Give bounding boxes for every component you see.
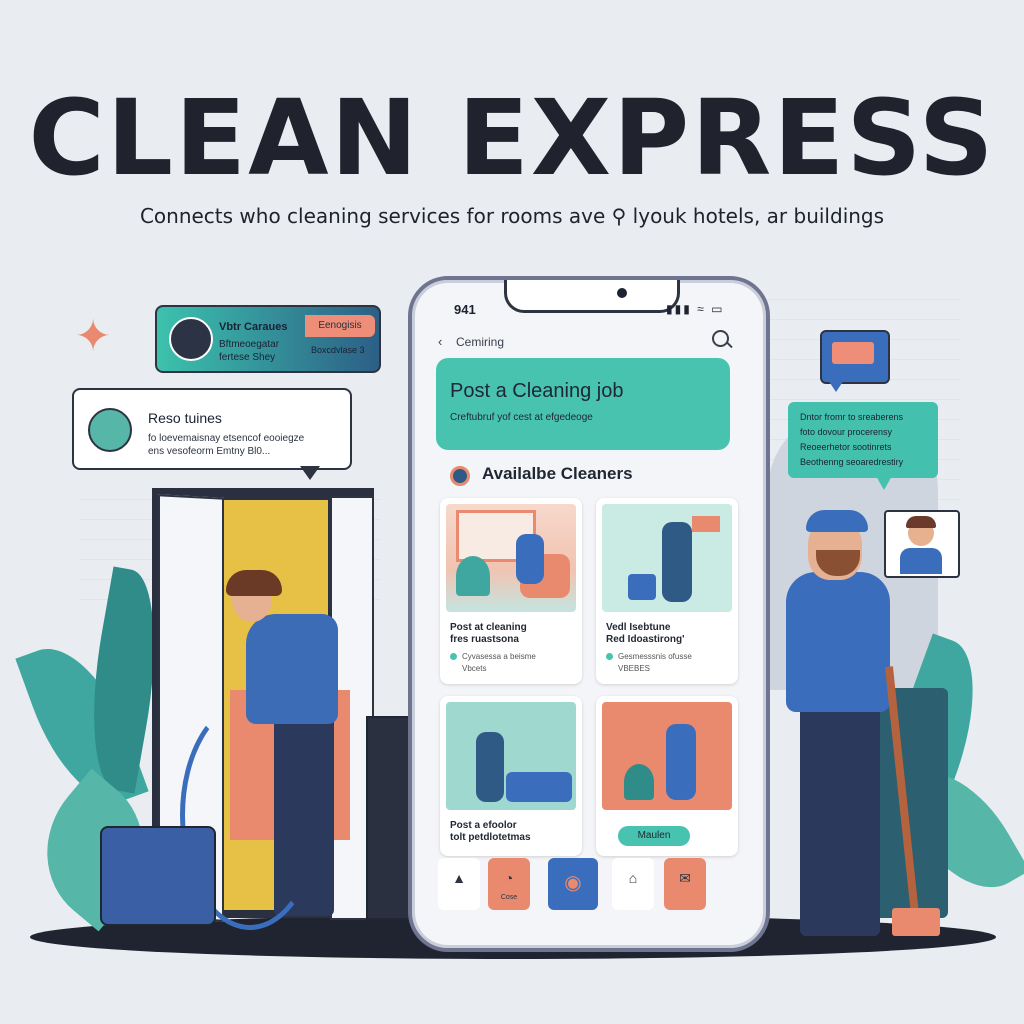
back-label[interactable]: Cemiring — [456, 335, 504, 349]
broom-head — [892, 908, 940, 936]
bubble-text: fertese Shey — [219, 352, 276, 363]
avatar — [169, 317, 213, 361]
bubble-name: Vbtr Caraues — [219, 321, 288, 333]
nav-item-messages[interactable]: ✉ — [664, 858, 706, 910]
nav-item-center[interactable]: ◉ — [548, 858, 598, 910]
card-title: Vedl Isebtune — [606, 622, 671, 633]
man-cap — [806, 510, 868, 532]
chat-bubble-message[interactable]: Reso tuines fo loevemaisnay etsencof eoo… — [72, 388, 352, 480]
bubble-tag-secondary: Boxcdvlase 3 — [311, 345, 365, 355]
app-title: CLEAN EXPRESS — [28, 77, 996, 199]
target-icon: ◉ — [564, 872, 582, 894]
card-title: tolt petdlotetmas — [450, 832, 531, 843]
bubble-text: fo loevemaisnay etsencof eooiegze — [148, 433, 305, 444]
bubble-text: foto dovour procerensy — [800, 427, 893, 437]
chat-icon-tail — [828, 380, 844, 392]
card-meta: Gesmesssnis ofusse — [618, 652, 692, 661]
bubble-text: Dntor fromr to sreaberens — [800, 412, 904, 422]
bubble-tail — [300, 466, 320, 480]
person — [666, 724, 696, 800]
phone-notch — [504, 280, 680, 313]
sofa — [506, 772, 572, 802]
section-title: Availalbe Cleaners — [482, 464, 633, 483]
location-icon — [450, 466, 470, 486]
photo-hair — [906, 516, 936, 528]
nav-item-home[interactable]: ▲ — [438, 858, 480, 910]
chat-icon-inner — [832, 342, 874, 364]
card-title: fres ruastsona — [450, 634, 519, 645]
nav-label: Cose — [500, 894, 518, 901]
post-job-button[interactable]: Post a Cleaning job Creftubruf yof cest … — [436, 358, 730, 450]
cleaner-card[interactable]: Vedl Isebtune Red Idoastirong' Gesmesssn… — [596, 498, 738, 684]
card-image — [446, 702, 576, 810]
cleaner-card[interactable]: Post at cleaning fres ruastsona Cyvasess… — [440, 498, 582, 684]
card-image — [602, 702, 732, 810]
cabinet — [366, 716, 410, 920]
bubble-text: Beothenng seoaredrestiry — [800, 457, 904, 467]
vacuum-cleaner — [100, 826, 216, 926]
plant — [624, 764, 654, 800]
card-meta: VBEBES — [618, 664, 651, 673]
card-title: Post a efoolor — [450, 820, 517, 831]
person — [662, 522, 692, 602]
camera-icon — [617, 288, 627, 298]
plant — [456, 556, 490, 596]
card-image — [602, 504, 732, 612]
back-chevron-icon[interactable]: ‹ — [438, 334, 442, 349]
mountain-icon: ▲ — [452, 870, 466, 886]
bucket — [628, 574, 656, 600]
bubble-tail — [876, 476, 892, 490]
sparkle-icon: ✦ — [74, 312, 112, 361]
chat-bubble-info[interactable]: Dntor fromr to sreaberens foto dovour pr… — [788, 402, 938, 490]
card-title: Red Idoastirong' — [606, 634, 685, 645]
contact-button[interactable]: Maulen — [618, 826, 690, 846]
house-icon: ⌂ — [628, 870, 638, 886]
chat-bubble-profile[interactable]: Vbtr Caraues Bftmeoegatar fertese Shey E… — [155, 305, 381, 373]
man-cleaner — [786, 572, 890, 712]
nav-item-close[interactable]: ◔ Cose — [488, 858, 530, 910]
pie-icon: ◔ — [504, 870, 514, 886]
person — [476, 732, 504, 802]
phone-mockup: 941 ▮▮▮ ≈ ▭ ‹ Cemiring Post a Cleaning j… — [408, 276, 770, 952]
bubble-name: Reso tuines — [148, 410, 222, 426]
cleaner-card[interactable]: Post a efoolor tolt petdlotetmas — [440, 696, 582, 856]
shelf — [692, 516, 720, 532]
post-job-title: Post a Cleaning job — [450, 380, 624, 402]
photo-body — [900, 548, 942, 574]
card-image — [446, 504, 576, 612]
bubble-tag: Eenogisis — [305, 315, 375, 337]
post-job-subtitle: Creftubruf yof cest at efgedeoge — [450, 412, 593, 423]
chat-icon[interactable] — [820, 330, 890, 392]
card-meta: Vbcets — [462, 664, 487, 673]
mail-icon: ✉ — [679, 870, 691, 886]
bubble-text: Reoeerhetor sootinrets — [800, 442, 892, 452]
status-icons: ▮▮▮ ≈ ▭ — [666, 302, 725, 316]
search-icon[interactable] — [712, 330, 729, 347]
profile-photo[interactable] — [884, 510, 960, 578]
card-meta: Cyvasessa a beisme — [462, 652, 536, 661]
status-dot — [450, 653, 457, 660]
man-legs — [800, 700, 880, 936]
bubble-text: Bftmeoegatar — [219, 339, 280, 350]
status-time: 941 — [454, 302, 476, 317]
avatar — [88, 408, 132, 452]
woman-hair — [226, 570, 282, 596]
cleaner-card[interactable]: Maulen — [596, 696, 738, 856]
person — [516, 534, 544, 584]
tagline: Connects who cleaning services for rooms… — [139, 204, 885, 228]
bubble-text: ens vesofeorm Emtny Bl0... — [148, 446, 271, 457]
card-title: Post at cleaning — [450, 622, 527, 633]
status-dot — [606, 653, 613, 660]
nav-item-home-2[interactable]: ⌂ — [612, 858, 654, 910]
